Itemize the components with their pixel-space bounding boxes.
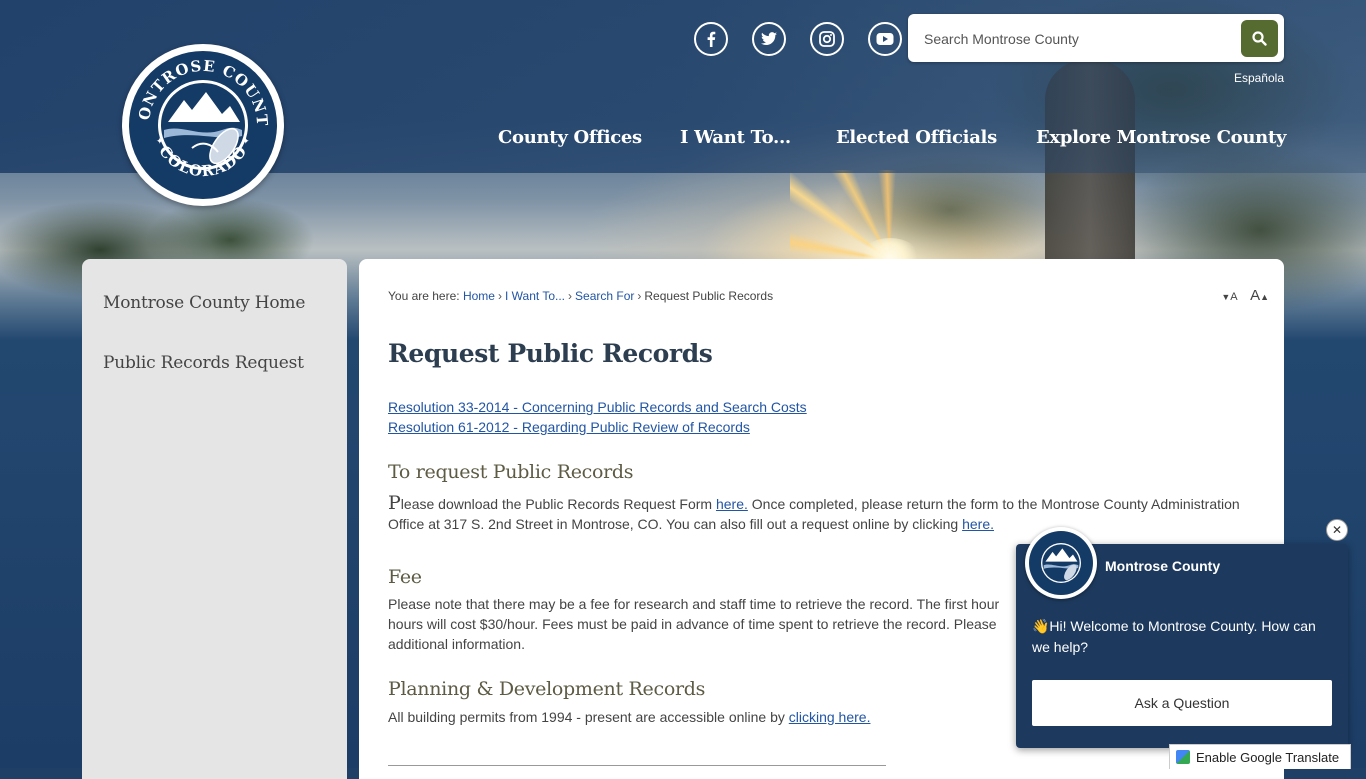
- request-dropcap: P: [388, 492, 401, 514]
- resolution-links: Resolution 33-2014 - Concerning Public R…: [388, 397, 807, 437]
- breadcrumb: You are here: Home › I Want To... › Search F…: [388, 289, 774, 303]
- sidebar-item-public-records-request[interactable]: Public Records Request: [103, 353, 304, 373]
- font-increase-button[interactable]: A▲: [1250, 287, 1269, 304]
- online-request-link[interactable]: here.: [962, 516, 994, 532]
- nav-county-offices[interactable]: County Offices: [498, 127, 642, 148]
- social-links: [694, 22, 902, 56]
- google-translate-bar[interactable]: Enable Google Translate: [1169, 744, 1351, 769]
- chat-close-icon[interactable]: ✕: [1326, 519, 1348, 541]
- request-form-link[interactable]: here.: [716, 496, 748, 512]
- search-button[interactable]: [1241, 20, 1278, 57]
- nav-i-want-to[interactable]: I Want To...: [680, 127, 791, 148]
- language-link[interactable]: Española: [1234, 71, 1284, 85]
- font-size-controls: ▼A A▲: [1221, 287, 1269, 305]
- resolution-33-2014-link[interactable]: Resolution 33-2014 - Concerning Public R…: [388, 397, 807, 417]
- breadcrumb-current: Request Public Records: [644, 289, 774, 303]
- nav-elected-officials[interactable]: Elected Officials: [836, 127, 997, 148]
- chat-widget: Montrose County 👋Hi! Welcome to Montrose…: [1016, 527, 1348, 748]
- search-input[interactable]: [922, 26, 1226, 52]
- google-translate-label: Enable Google Translate: [1196, 749, 1340, 765]
- chat-avatar: [1025, 527, 1097, 599]
- sidebar-item-home[interactable]: Montrose County Home: [103, 293, 305, 313]
- instagram-icon[interactable]: [810, 22, 844, 56]
- site-search: [908, 14, 1284, 62]
- twitter-icon[interactable]: [752, 22, 786, 56]
- request-heading: To request Public Records: [388, 461, 634, 483]
- font-decrease-button[interactable]: ▼A: [1221, 287, 1237, 304]
- planning-heading: Planning & Development Records: [388, 678, 706, 700]
- breadcrumb-i-want-to[interactable]: I Want To...: [505, 289, 565, 303]
- building-permits-link[interactable]: clicking here.: [789, 709, 871, 725]
- youtube-icon[interactable]: [868, 22, 902, 56]
- nav-explore-montrose-county[interactable]: Explore Montrose County: [1036, 127, 1286, 148]
- ask-a-question-button[interactable]: Ask a Question: [1032, 680, 1332, 726]
- resolution-61-2012-link[interactable]: Resolution 61-2012 - Regarding Public Re…: [388, 417, 807, 437]
- chat-org-name: Montrose County: [1105, 558, 1221, 574]
- breadcrumb-search-for[interactable]: Search For: [575, 289, 634, 303]
- divider: [388, 765, 886, 766]
- fee-heading: Fee: [388, 566, 422, 588]
- facebook-icon[interactable]: [694, 22, 728, 56]
- breadcrumb-home[interactable]: Home: [463, 289, 495, 303]
- sidebar: Montrose County Home Public Records Requ…: [82, 259, 347, 779]
- county-seal-logo[interactable]: MONTROSE COUNTY COLORADO ✦ ✦: [122, 44, 284, 206]
- main-nav: County Offices I Want To... Elected Offi…: [0, 127, 1366, 151]
- chat-welcome-message: 👋Hi! Welcome to Montrose County. How can…: [1032, 618, 1316, 655]
- google-translate-icon: [1176, 750, 1190, 764]
- breadcrumb-prefix: You are here:: [388, 289, 460, 303]
- page-title: Request Public Records: [388, 339, 713, 368]
- request-paragraph: Please download the Public Records Reque…: [388, 492, 1240, 532]
